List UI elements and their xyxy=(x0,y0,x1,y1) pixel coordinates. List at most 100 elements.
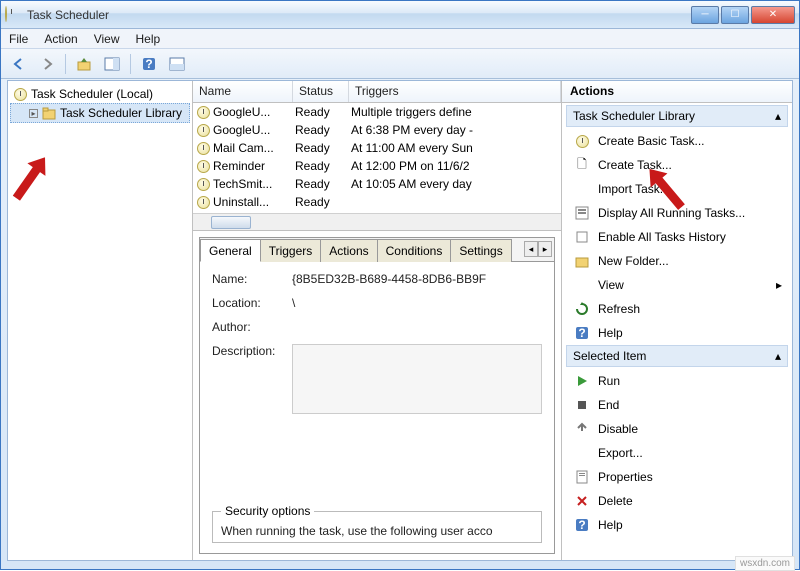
task-trigger: Multiple triggers define xyxy=(349,105,561,119)
task-status: Ready xyxy=(293,159,349,173)
col-name[interactable]: Name xyxy=(193,81,293,102)
task-status: Ready xyxy=(293,123,349,137)
action-import-task[interactable]: Import Task... xyxy=(566,177,788,201)
task-icon: 🗋 xyxy=(574,157,590,173)
clock-icon xyxy=(197,178,210,191)
menu-file[interactable]: File xyxy=(9,32,28,46)
action-delete[interactable]: Delete xyxy=(566,489,788,513)
tab-scroll-right[interactable]: ▸ xyxy=(538,241,552,257)
maximize-button[interactable]: ☐ xyxy=(721,6,749,24)
col-status[interactable]: Status xyxy=(293,81,349,102)
action-display-running[interactable]: Display All Running Tasks... xyxy=(566,201,788,225)
tab-triggers[interactable]: Triggers xyxy=(260,239,322,262)
action-run[interactable]: Run xyxy=(566,369,788,393)
task-trigger: At 10:05 AM every day xyxy=(349,177,561,191)
help-icon: ? xyxy=(574,517,590,533)
tree-pane: Task Scheduler (Local) ▸ Task Scheduler … xyxy=(8,81,193,560)
action-new-folder[interactable]: New Folder... xyxy=(566,249,788,273)
scheduler-icon xyxy=(14,88,27,101)
horizontal-scrollbar[interactable] xyxy=(193,213,561,230)
tree-root-label: Task Scheduler (Local) xyxy=(31,87,153,101)
toolbar: ? xyxy=(1,49,799,79)
action-create-task[interactable]: 🗋Create Task... xyxy=(566,153,788,177)
svg-text:?: ? xyxy=(145,57,152,71)
import-icon xyxy=(574,181,590,197)
task-name: Uninstall... xyxy=(213,195,269,209)
action-enable-history[interactable]: Enable All Tasks History xyxy=(566,225,788,249)
action-export[interactable]: Export... xyxy=(566,441,788,465)
tab-general[interactable]: General xyxy=(200,239,261,262)
tab-scroll-left[interactable]: ◂ xyxy=(524,241,538,257)
menu-view[interactable]: View xyxy=(94,32,120,46)
task-name: Reminder xyxy=(213,159,265,173)
task-row[interactable]: GoogleU... ReadyAt 6:38 PM every day - xyxy=(193,121,561,139)
minimize-button[interactable]: ─ xyxy=(691,6,719,24)
show-actions-pane-button[interactable] xyxy=(100,52,124,76)
task-wizard-icon xyxy=(574,133,590,149)
end-icon xyxy=(574,397,590,413)
value-location: \ xyxy=(292,296,542,310)
tree-library-node[interactable]: ▸ Task Scheduler Library xyxy=(10,103,190,123)
tree-root-node[interactable]: Task Scheduler (Local) xyxy=(10,85,190,103)
action-view-submenu[interactable]: View▸ xyxy=(566,273,788,297)
task-name: GoogleU... xyxy=(213,105,270,119)
history-icon xyxy=(574,229,590,245)
security-text: When running the task, use the following… xyxy=(221,524,533,538)
help-button[interactable]: ? xyxy=(137,52,161,76)
task-row[interactable]: Uninstall...Ready xyxy=(193,193,561,211)
submenu-arrow-icon: ▸ xyxy=(776,278,782,292)
nav-back-button[interactable] xyxy=(7,52,31,76)
actions-pane: Actions Task Scheduler Library ▴ Create … xyxy=(562,81,792,560)
watermark: wsxdn.com xyxy=(735,556,795,571)
refresh-icon xyxy=(574,301,590,317)
section-selected[interactable]: Selected Item ▴ xyxy=(566,345,788,367)
nav-forward-button[interactable] xyxy=(35,52,59,76)
up-folder-button[interactable] xyxy=(72,52,96,76)
action-help-lib[interactable]: ?Help xyxy=(566,321,788,345)
col-triggers[interactable]: Triggers xyxy=(349,81,561,102)
svg-text:?: ? xyxy=(578,518,585,532)
task-status: Ready xyxy=(293,141,349,155)
action-create-basic-task[interactable]: Create Basic Task... xyxy=(566,129,788,153)
section-library[interactable]: Task Scheduler Library ▴ xyxy=(566,105,788,127)
action-properties[interactable]: Properties xyxy=(566,465,788,489)
label-author: Author: xyxy=(212,320,292,334)
actions-header: Actions xyxy=(562,81,792,103)
view-pane-button[interactable] xyxy=(165,52,189,76)
security-options-group: Security options When running the task, … xyxy=(212,511,542,543)
task-row[interactable]: ReminderReadyAt 12:00 PM on 11/6/2 xyxy=(193,157,561,175)
tab-actions[interactable]: Actions xyxy=(320,239,377,262)
tab-conditions[interactable]: Conditions xyxy=(377,239,452,262)
titlebar: Task Scheduler ─ ☐ ✕ xyxy=(1,1,799,29)
app-window: Task Scheduler ─ ☐ ✕ File Action View He… xyxy=(0,0,800,570)
label-description: Description: xyxy=(212,344,292,358)
menu-help[interactable]: Help xyxy=(136,32,161,46)
action-refresh[interactable]: Refresh xyxy=(566,297,788,321)
disable-icon xyxy=(574,421,590,437)
task-trigger: At 6:38 PM every day - xyxy=(349,123,561,137)
action-help-sel[interactable]: ?Help xyxy=(566,513,788,537)
close-button[interactable]: ✕ xyxy=(751,6,795,24)
run-icon xyxy=(574,373,590,389)
menu-action[interactable]: Action xyxy=(44,32,77,46)
middle-pane: Name Status Triggers GoogleU...ReadyMult… xyxy=(193,81,562,560)
label-name: Name: xyxy=(212,272,292,286)
app-icon xyxy=(5,7,21,23)
task-name: TechSmit... xyxy=(213,177,272,191)
tab-settings[interactable]: Settings xyxy=(450,239,511,262)
task-row[interactable]: TechSmit...ReadyAt 10:05 AM every day xyxy=(193,175,561,193)
task-name: GoogleU... xyxy=(213,123,270,137)
clock-icon xyxy=(197,160,210,173)
export-icon xyxy=(574,445,590,461)
task-row[interactable]: GoogleU... ReadyMultiple triggers define xyxy=(193,103,561,121)
tree-expand-icon[interactable]: ▸ xyxy=(29,109,38,118)
action-disable[interactable]: Disable xyxy=(566,417,788,441)
task-row[interactable]: Mail Cam...ReadyAt 11:00 AM every Sun xyxy=(193,139,561,157)
value-description xyxy=(292,344,542,414)
action-end[interactable]: End xyxy=(566,393,788,417)
security-legend: Security options xyxy=(221,504,314,518)
task-status: Ready xyxy=(293,105,349,119)
clock-icon xyxy=(197,196,210,209)
clock-icon xyxy=(197,142,210,155)
collapse-icon: ▴ xyxy=(775,109,781,123)
